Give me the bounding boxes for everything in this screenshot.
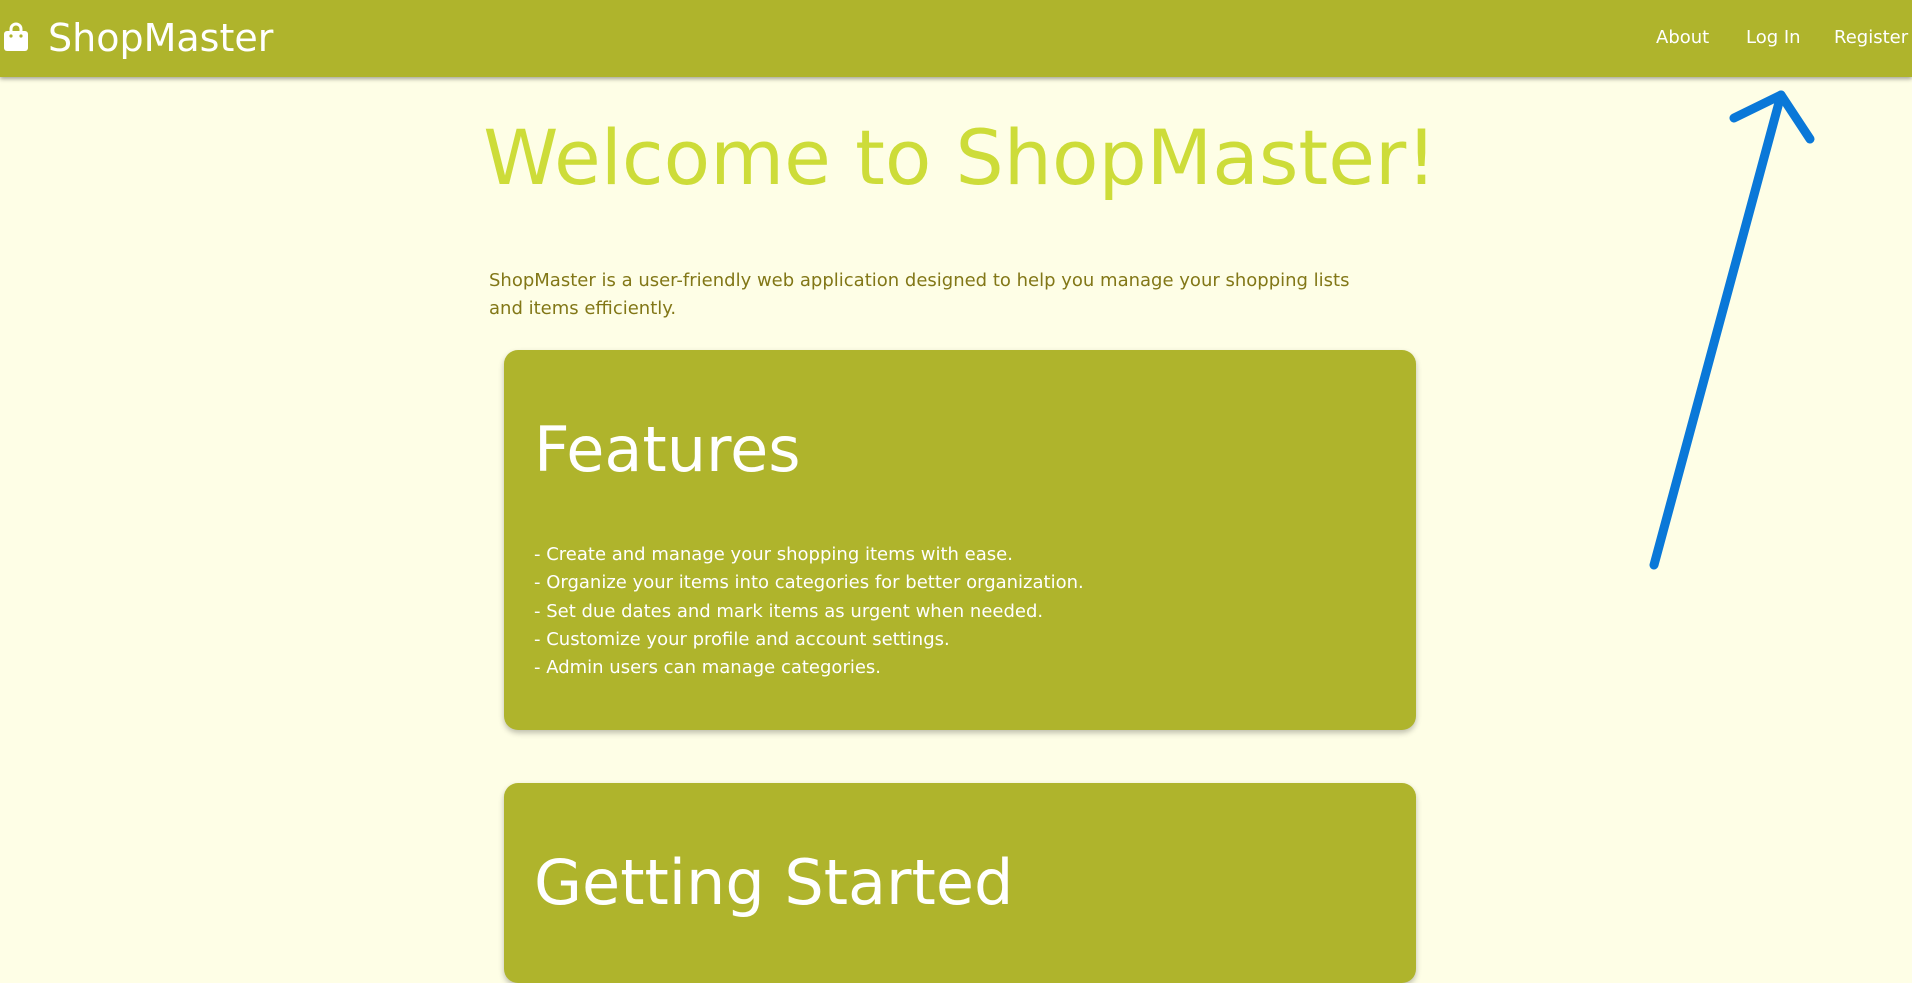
feature-item: - Create and manage your shopping items … xyxy=(534,544,1013,565)
getting-started-card: Getting Started xyxy=(504,783,1416,983)
feature-item: - Organize your items into categories fo… xyxy=(534,572,1084,594)
intro-text: ShopMaster is a user-friendly web applic… xyxy=(489,270,1350,319)
nav-login-link[interactable]: Log In xyxy=(1746,26,1801,50)
shopping-bag-icon xyxy=(4,22,28,51)
feature-item: - Customize your profile and account set… xyxy=(534,628,950,650)
feature-item: - Admin users can manage categories. xyxy=(534,657,882,679)
feature-item: - Set due dates and mark items as urgent… xyxy=(534,600,1044,622)
page-title: Welcome to ShopMaster! xyxy=(483,113,1437,202)
features-list: - Create and manage your shopping items … xyxy=(534,541,1084,682)
getting-started-title: Getting Started xyxy=(534,846,1014,919)
brand-name: ShopMaster xyxy=(48,16,274,60)
nav-about-link[interactable]: About xyxy=(1656,26,1709,50)
nav-register-link[interactable]: Register xyxy=(1834,26,1908,50)
top-navbar: ShopMaster About Log In Register xyxy=(0,0,1912,77)
features-title: Features xyxy=(534,413,801,486)
features-card: Features - Create and manage your shoppi… xyxy=(504,350,1416,730)
